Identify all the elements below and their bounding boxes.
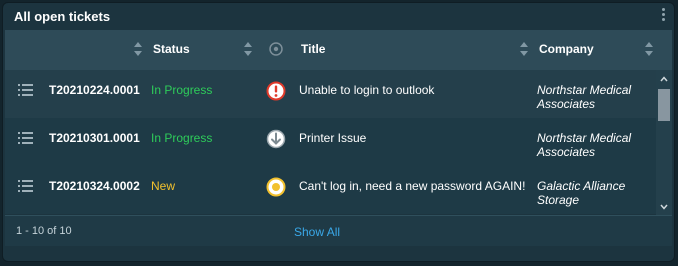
ticket-status: In Progress (151, 83, 213, 97)
drag-handle-icon[interactable] (18, 132, 33, 144)
tickets-table-body: T20210224.0001 In Progress Unable to log… (5, 70, 672, 215)
widget-header: All open tickets (3, 3, 674, 29)
sort-status-icon[interactable] (244, 42, 252, 58)
table-header: Status Title Company (5, 30, 672, 70)
kebab-menu-icon[interactable] (662, 8, 666, 23)
column-header-company[interactable]: Company (539, 42, 594, 56)
table-footer: 1 - 10 of 10 Show All (5, 215, 672, 246)
sort-company-icon[interactable] (645, 42, 653, 58)
vertical-scrollbar[interactable] (656, 70, 672, 215)
ticket-title[interactable]: Printer Issue (299, 131, 366, 145)
ticket-company: Galactic Alliance Storage (537, 179, 626, 207)
dot-circle-icon (266, 177, 286, 197)
ticket-title[interactable]: Can't log in, need a new password AGAIN! (299, 179, 525, 193)
ticket-id[interactable]: T20210301.0001 (49, 131, 140, 145)
table-row[interactable]: T20210324.0002 New Can't log in, need a … (5, 166, 656, 214)
table-row[interactable]: T20210301.0001 In Progress Printer Issue… (5, 118, 656, 166)
sort-title-icon[interactable] (520, 42, 528, 58)
show-all-link[interactable]: Show All (294, 225, 340, 239)
scroll-down-icon[interactable] (660, 204, 668, 210)
ticket-id[interactable]: T20210224.0001 (49, 83, 140, 97)
drag-handle-icon[interactable] (18, 84, 33, 96)
column-header-title[interactable]: Title (301, 42, 325, 56)
sort-id-icon[interactable] (134, 42, 142, 58)
ticket-title[interactable]: Unable to login to outlook (299, 83, 434, 97)
priority-circle-icon[interactable] (269, 42, 283, 56)
drag-handle-icon[interactable] (18, 180, 33, 192)
scroll-up-icon[interactable] (660, 76, 668, 82)
scrollbar-thumb[interactable] (658, 89, 670, 121)
ticket-id[interactable]: T20210324.0002 (49, 179, 140, 193)
column-header-status[interactable]: Status (153, 42, 190, 56)
ticket-status: New (151, 179, 176, 193)
pagination-count: 1 - 10 of 10 (16, 225, 72, 237)
ticket-status: In Progress (151, 131, 213, 145)
arrow-down-icon (266, 129, 286, 149)
table-row[interactable]: T20210224.0001 In Progress Unable to log… (5, 70, 656, 118)
widget-title: All open tickets (14, 9, 111, 24)
ticket-company: Northstar Medical Associates (537, 131, 632, 159)
exclamation-icon (266, 81, 286, 101)
ticket-company: Northstar Medical Associates (537, 83, 632, 111)
open-tickets-widget: All open tickets Status Title Company T2… (2, 2, 675, 262)
